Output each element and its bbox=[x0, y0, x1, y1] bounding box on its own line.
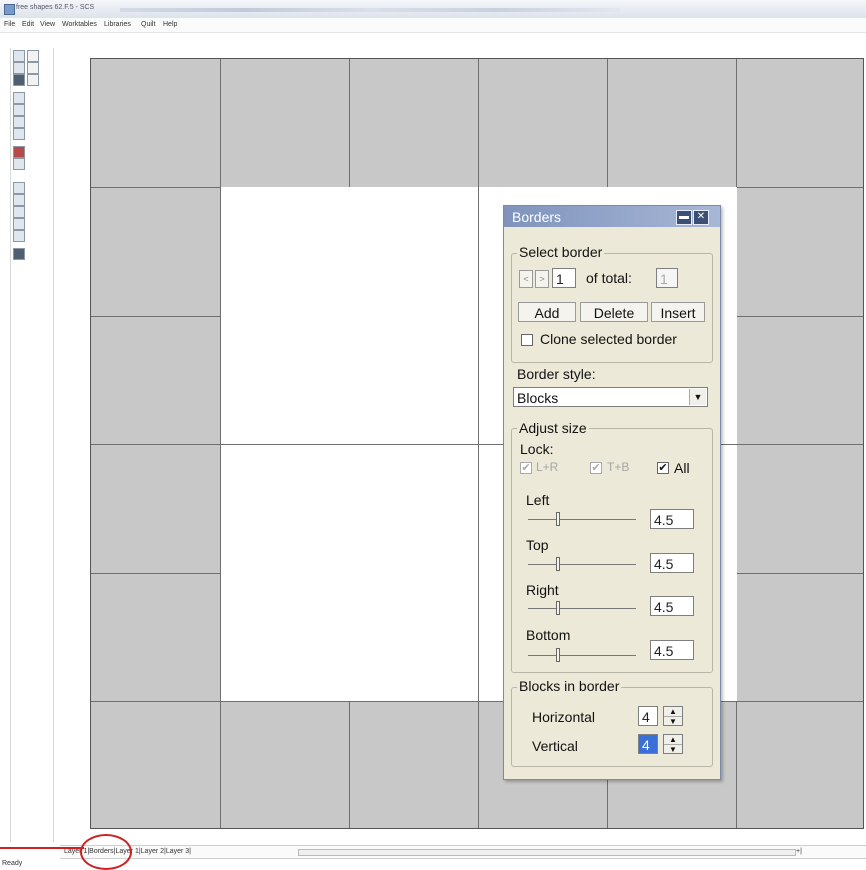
top-label: Top bbox=[526, 537, 549, 553]
print-icon[interactable] bbox=[13, 92, 25, 104]
select-border-label: Select border bbox=[517, 244, 605, 260]
left-slider-track[interactable] bbox=[528, 519, 636, 520]
quilt-tool-icon[interactable] bbox=[13, 146, 25, 158]
down-arrow-icon[interactable]: ▼ bbox=[664, 716, 682, 726]
right-label: Right bbox=[526, 582, 559, 598]
new-quilt-icon[interactable] bbox=[27, 50, 39, 62]
bottom-value-field[interactable]: 4.5 bbox=[650, 640, 694, 660]
menu-file[interactable]: File bbox=[4, 21, 15, 28]
lock-all-checkbox[interactable]: ✔ bbox=[657, 462, 669, 474]
window-title: free shapes 62.F.5 - SCS bbox=[16, 4, 95, 11]
border-style-value: Blocks bbox=[517, 390, 559, 406]
minimize-icon[interactable]: ▬ bbox=[676, 210, 692, 225]
insert-border-button[interactable]: Insert bbox=[651, 302, 705, 322]
lock-all-label: All bbox=[674, 460, 690, 476]
new-icon[interactable] bbox=[13, 50, 25, 62]
current-border-field[interactable]: 1 bbox=[552, 268, 576, 288]
sketchbook-icon[interactable] bbox=[27, 74, 39, 86]
top-slider-track[interactable] bbox=[528, 564, 636, 565]
clone-border-checkbox[interactable] bbox=[521, 334, 533, 346]
bottom-slider-thumb[interactable] bbox=[556, 648, 560, 662]
layer-tab-bar: Layer 1|Borders|Layer 1|Layer 2|Layer 3|… bbox=[60, 845, 866, 859]
lock-tb-checkbox[interactable]: ✔ bbox=[590, 462, 602, 474]
right-slider-track[interactable] bbox=[528, 608, 636, 609]
menu-view[interactable]: View bbox=[40, 21, 55, 28]
top-slider-thumb[interactable] bbox=[556, 557, 560, 571]
chevron-down-icon[interactable]: ▼ bbox=[689, 389, 706, 405]
add-border-button[interactable]: Add bbox=[518, 302, 576, 322]
save-icon[interactable] bbox=[13, 74, 25, 86]
previous-border-button[interactable]: < bbox=[519, 270, 533, 288]
adjust-size-label: Adjust size bbox=[517, 420, 589, 436]
bottom-slider-track[interactable] bbox=[528, 655, 636, 656]
top-value-field[interactable]: 4.5 bbox=[650, 553, 694, 573]
horizontal-blocks-field[interactable]: 4 bbox=[638, 706, 658, 726]
vertical-blocks-field[interactable]: 4 bbox=[638, 734, 658, 754]
title-bar-fade bbox=[120, 8, 620, 12]
lock-label: Lock: bbox=[520, 441, 554, 457]
app-icon bbox=[4, 4, 15, 15]
scroll-marker[interactable]: +| bbox=[796, 848, 802, 855]
refresh-icon[interactable] bbox=[13, 248, 25, 260]
menu-help[interactable]: Help bbox=[163, 21, 177, 28]
annotation-line bbox=[0, 847, 84, 849]
blocks-in-border-label: Blocks in border bbox=[517, 678, 622, 694]
block-tool-icon[interactable] bbox=[13, 158, 25, 170]
menu-libraries[interactable]: Libraries bbox=[104, 21, 131, 28]
library-icon[interactable] bbox=[27, 62, 39, 74]
zoom-in-icon[interactable] bbox=[13, 182, 25, 194]
annotation-circle bbox=[80, 834, 132, 870]
quilt-worktable[interactable] bbox=[90, 58, 864, 829]
total-borders-field: 1 bbox=[656, 268, 678, 288]
zoom-fit-icon[interactable] bbox=[13, 206, 25, 218]
borders-dialog: Borders ▬ ✕ Select border < > 1 of total… bbox=[503, 205, 721, 780]
border-style-label: Border style: bbox=[517, 366, 596, 382]
lock-tb-label: T+B bbox=[607, 460, 630, 474]
left-toolbar bbox=[10, 48, 54, 842]
right-value-field[interactable]: 4.5 bbox=[650, 596, 694, 616]
zoom-page-icon[interactable] bbox=[13, 230, 25, 242]
lock-lr-label: L+R bbox=[536, 460, 559, 474]
next-border-button[interactable]: > bbox=[535, 270, 549, 288]
of-total-label: of total: bbox=[586, 270, 632, 286]
right-slider-thumb[interactable] bbox=[556, 601, 560, 615]
horizontal-spinner[interactable]: ▲ ▼ bbox=[663, 706, 683, 726]
border-style-select[interactable]: Blocks ▼ bbox=[513, 387, 708, 407]
print-preview-icon[interactable] bbox=[13, 104, 25, 116]
up-arrow-icon[interactable]: ▲ bbox=[664, 735, 682, 744]
status-ready: Ready bbox=[2, 860, 23, 867]
menu-bar: File Edit View Worktables Libraries Quil… bbox=[0, 18, 866, 33]
delete-border-button[interactable]: Delete bbox=[580, 302, 648, 322]
horizontal-label: Horizontal bbox=[532, 709, 596, 725]
vertical-spinner[interactable]: ▲ ▼ bbox=[663, 734, 683, 754]
left-label: Left bbox=[526, 492, 550, 508]
open-icon[interactable] bbox=[13, 62, 25, 74]
layout-icon[interactable] bbox=[13, 128, 25, 140]
close-icon[interactable]: ✕ bbox=[693, 210, 709, 225]
title-bar: free shapes 62.F.5 - SCS bbox=[0, 0, 866, 18]
dialog-title: Borders bbox=[512, 209, 562, 225]
lock-lr-checkbox[interactable]: ✔ bbox=[520, 462, 532, 474]
vertical-label: Vertical bbox=[532, 738, 578, 754]
up-arrow-icon[interactable]: ▲ bbox=[664, 707, 682, 716]
bottom-label: Bottom bbox=[526, 627, 571, 643]
down-arrow-icon[interactable]: ▼ bbox=[664, 744, 682, 754]
left-value-field[interactable]: 4.5 bbox=[650, 509, 694, 529]
zoom-out-icon[interactable] bbox=[13, 194, 25, 206]
dialog-title-bar[interactable]: Borders ▬ ✕ bbox=[504, 206, 720, 227]
menu-edit[interactable]: Edit bbox=[22, 21, 34, 28]
zoom-actual-icon[interactable] bbox=[13, 218, 25, 230]
menu-quilt[interactable]: Quilt bbox=[141, 21, 155, 28]
grid-line bbox=[91, 701, 863, 702]
fabric-icon[interactable] bbox=[13, 116, 25, 128]
left-slider-thumb[interactable] bbox=[556, 512, 560, 526]
horizontal-scrollbar[interactable] bbox=[298, 849, 796, 856]
clone-border-label: Clone selected border bbox=[540, 331, 677, 347]
menu-worktables[interactable]: Worktables bbox=[62, 21, 97, 28]
blocks-in-border-group bbox=[511, 687, 713, 767]
